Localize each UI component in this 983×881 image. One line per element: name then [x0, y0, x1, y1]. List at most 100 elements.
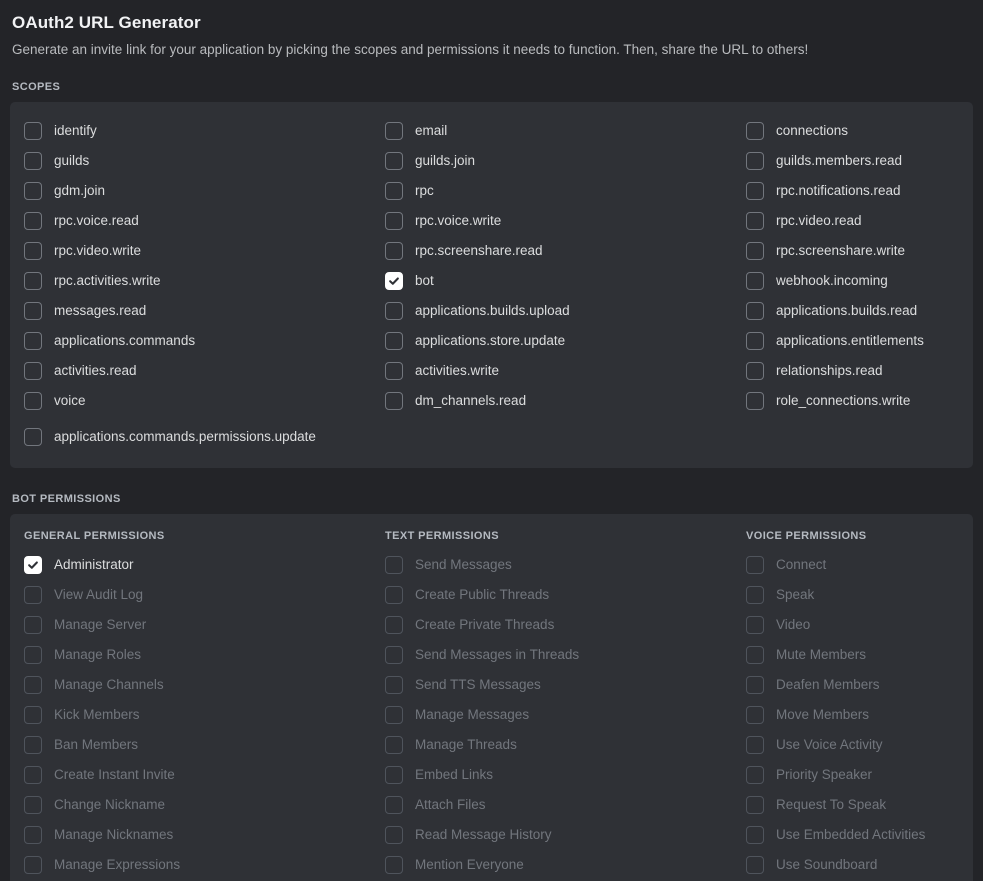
scope-checkbox-applications-builds-read[interactable]: applications.builds.read: [746, 296, 959, 326]
empty-checkbox-icon[interactable]: [746, 182, 764, 200]
empty-checkbox-icon[interactable]: [24, 706, 42, 724]
empty-checkbox-icon[interactable]: [385, 242, 403, 260]
permission-checkbox-manage-threads[interactable]: Manage Threads: [385, 730, 746, 760]
permission-checkbox-view-audit-log[interactable]: View Audit Log: [24, 580, 385, 610]
permission-checkbox-attach-files[interactable]: Attach Files: [385, 790, 746, 820]
scope-checkbox-applications-commands-permissions-update[interactable]: applications.commands.permissions.update: [24, 422, 959, 452]
permission-checkbox-create-public-threads[interactable]: Create Public Threads: [385, 580, 746, 610]
scope-checkbox-rpc-activities-write[interactable]: rpc.activities.write: [24, 266, 385, 296]
permission-checkbox-manage-server[interactable]: Manage Server: [24, 610, 385, 640]
permission-checkbox-read-message-history[interactable]: Read Message History: [385, 820, 746, 850]
empty-checkbox-icon[interactable]: [746, 332, 764, 350]
scope-checkbox-messages-read[interactable]: messages.read: [24, 296, 385, 326]
empty-checkbox-icon[interactable]: [385, 676, 403, 694]
empty-checkbox-icon[interactable]: [385, 646, 403, 664]
empty-checkbox-icon[interactable]: [24, 242, 42, 260]
empty-checkbox-icon[interactable]: [24, 646, 42, 664]
empty-checkbox-icon[interactable]: [385, 616, 403, 634]
permission-checkbox-video[interactable]: Video: [746, 610, 959, 640]
empty-checkbox-icon[interactable]: [385, 392, 403, 410]
permission-checkbox-request-to-speak[interactable]: Request To Speak: [746, 790, 959, 820]
permission-checkbox-manage-nicknames[interactable]: Manage Nicknames: [24, 820, 385, 850]
empty-checkbox-icon[interactable]: [24, 272, 42, 290]
permission-checkbox-manage-messages[interactable]: Manage Messages: [385, 700, 746, 730]
empty-checkbox-icon[interactable]: [24, 796, 42, 814]
empty-checkbox-icon[interactable]: [24, 122, 42, 140]
empty-checkbox-icon[interactable]: [24, 428, 42, 446]
checkmark-icon[interactable]: [24, 556, 42, 574]
empty-checkbox-icon[interactable]: [746, 272, 764, 290]
permission-checkbox-move-members[interactable]: Move Members: [746, 700, 959, 730]
empty-checkbox-icon[interactable]: [24, 182, 42, 200]
permission-checkbox-send-tts-messages[interactable]: Send TTS Messages: [385, 670, 746, 700]
scope-checkbox-activities-read[interactable]: activities.read: [24, 356, 385, 386]
empty-checkbox-icon[interactable]: [746, 556, 764, 574]
permission-checkbox-manage-channels[interactable]: Manage Channels: [24, 670, 385, 700]
empty-checkbox-icon[interactable]: [24, 212, 42, 230]
empty-checkbox-icon[interactable]: [385, 212, 403, 230]
empty-checkbox-icon[interactable]: [746, 766, 764, 784]
empty-checkbox-icon[interactable]: [746, 212, 764, 230]
scope-checkbox-guilds-members-read[interactable]: guilds.members.read: [746, 146, 959, 176]
permission-checkbox-send-messages-in-threads[interactable]: Send Messages in Threads: [385, 640, 746, 670]
empty-checkbox-icon[interactable]: [746, 796, 764, 814]
empty-checkbox-icon[interactable]: [746, 152, 764, 170]
empty-checkbox-icon[interactable]: [746, 826, 764, 844]
permission-checkbox-embed-links[interactable]: Embed Links: [385, 760, 746, 790]
empty-checkbox-icon[interactable]: [24, 676, 42, 694]
scope-checkbox-connections[interactable]: connections: [746, 116, 959, 146]
permission-checkbox-manage-expressions[interactable]: Manage Expressions: [24, 850, 385, 880]
permission-checkbox-administrator[interactable]: Administrator: [24, 550, 385, 580]
empty-checkbox-icon[interactable]: [24, 736, 42, 754]
permission-checkbox-create-instant-invite[interactable]: Create Instant Invite: [24, 760, 385, 790]
scope-checkbox-applications-builds-upload[interactable]: applications.builds.upload: [385, 296, 746, 326]
permission-checkbox-send-messages[interactable]: Send Messages: [385, 550, 746, 580]
empty-checkbox-icon[interactable]: [385, 856, 403, 874]
empty-checkbox-icon[interactable]: [24, 766, 42, 784]
empty-checkbox-icon[interactable]: [24, 152, 42, 170]
empty-checkbox-icon[interactable]: [24, 392, 42, 410]
scope-checkbox-rpc-video-write[interactable]: rpc.video.write: [24, 236, 385, 266]
scope-checkbox-dm-channels-read[interactable]: dm_channels.read: [385, 386, 746, 416]
scope-checkbox-guilds-join[interactable]: guilds.join: [385, 146, 746, 176]
empty-checkbox-icon[interactable]: [385, 586, 403, 604]
permission-checkbox-use-voice-activity[interactable]: Use Voice Activity: [746, 730, 959, 760]
empty-checkbox-icon[interactable]: [746, 586, 764, 604]
scope-checkbox-email[interactable]: email: [385, 116, 746, 146]
permission-checkbox-speak[interactable]: Speak: [746, 580, 959, 610]
empty-checkbox-icon[interactable]: [385, 556, 403, 574]
empty-checkbox-icon[interactable]: [385, 332, 403, 350]
empty-checkbox-icon[interactable]: [24, 856, 42, 874]
scope-checkbox-identify[interactable]: identify: [24, 116, 385, 146]
scope-checkbox-rpc-voice-read[interactable]: rpc.voice.read: [24, 206, 385, 236]
permission-checkbox-kick-members[interactable]: Kick Members: [24, 700, 385, 730]
empty-checkbox-icon[interactable]: [385, 152, 403, 170]
scope-checkbox-webhook-incoming[interactable]: webhook.incoming: [746, 266, 959, 296]
empty-checkbox-icon[interactable]: [746, 736, 764, 754]
permission-checkbox-manage-roles[interactable]: Manage Roles: [24, 640, 385, 670]
empty-checkbox-icon[interactable]: [385, 796, 403, 814]
empty-checkbox-icon[interactable]: [746, 706, 764, 724]
empty-checkbox-icon[interactable]: [385, 302, 403, 320]
scope-checkbox-gdm-join[interactable]: gdm.join: [24, 176, 385, 206]
checkmark-icon[interactable]: [385, 272, 403, 290]
scope-checkbox-applications-commands[interactable]: applications.commands: [24, 326, 385, 356]
empty-checkbox-icon[interactable]: [24, 826, 42, 844]
empty-checkbox-icon[interactable]: [385, 766, 403, 784]
empty-checkbox-icon[interactable]: [24, 616, 42, 634]
empty-checkbox-icon[interactable]: [746, 646, 764, 664]
empty-checkbox-icon[interactable]: [746, 242, 764, 260]
scope-checkbox-voice[interactable]: voice: [24, 386, 385, 416]
scope-checkbox-rpc-voice-write[interactable]: rpc.voice.write: [385, 206, 746, 236]
permission-checkbox-mute-members[interactable]: Mute Members: [746, 640, 959, 670]
empty-checkbox-icon[interactable]: [385, 826, 403, 844]
scope-checkbox-rpc-screenshare-write[interactable]: rpc.screenshare.write: [746, 236, 959, 266]
empty-checkbox-icon[interactable]: [385, 362, 403, 380]
empty-checkbox-icon[interactable]: [24, 332, 42, 350]
scope-checkbox-role-connections-write[interactable]: role_connections.write: [746, 386, 959, 416]
permission-checkbox-deafen-members[interactable]: Deafen Members: [746, 670, 959, 700]
scope-checkbox-relationships-read[interactable]: relationships.read: [746, 356, 959, 386]
empty-checkbox-icon[interactable]: [24, 362, 42, 380]
empty-checkbox-icon[interactable]: [746, 616, 764, 634]
scope-checkbox-bot[interactable]: bot: [385, 266, 746, 296]
